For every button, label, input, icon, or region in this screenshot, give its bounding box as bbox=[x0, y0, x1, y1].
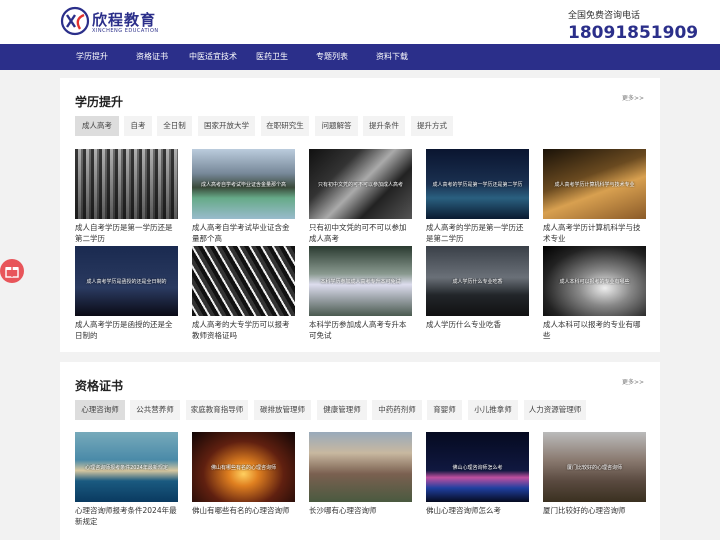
article-title: 长沙哪有心理咨询师 bbox=[309, 506, 377, 515]
article-card[interactable]: 厦门比较好的心理咨询师 厦门比较好的心理咨询师 bbox=[543, 432, 646, 527]
nav-item-medicine[interactable]: 医药卫生 bbox=[256, 44, 288, 70]
article-thumbnail: 成人高考学历是函授的还是全日制的 bbox=[75, 246, 178, 316]
article-thumbnail: 成人学历什么专业吃香 bbox=[426, 246, 529, 316]
article-title: 本科学历参加成人高考专升本可免试 bbox=[309, 320, 407, 340]
thumbnail-caption: 成人高考学历计算机科学与技术专业 bbox=[554, 182, 635, 188]
article-card[interactable]: 成人本科可以报考的专业有哪些 成人本科可以报考的专业有哪些 bbox=[543, 246, 646, 341]
article-thumbnail: 佛山有哪些有名的心理咨询师 bbox=[192, 432, 295, 502]
article-thumbnail bbox=[192, 246, 295, 316]
article-title: 成人学历什么专业吃香 bbox=[426, 320, 501, 329]
more-link[interactable]: 更多>> bbox=[622, 377, 644, 386]
tab-health-manager[interactable]: 健康管理师 bbox=[317, 400, 367, 420]
tab-psychologist[interactable]: 心理咨询师 bbox=[75, 400, 125, 420]
tab-hr-manager[interactable]: 人力资源管理师 bbox=[524, 400, 586, 420]
article-title: 成人高考学历计算机科学与技术专业 bbox=[543, 223, 641, 243]
logo-subtext: XINCHENG EDUCATION bbox=[92, 28, 159, 34]
article-title: 佛山心理咨询师怎么考 bbox=[426, 506, 501, 515]
thumbnail-caption: 成人学历什么专业吃香 bbox=[452, 279, 503, 285]
article-thumbnail: 厦门比较好的心理咨询师 bbox=[543, 432, 646, 502]
section-title: 资格证书 bbox=[75, 379, 124, 393]
article-title: 成人自考学历是第一学历还是第二学历 bbox=[75, 223, 173, 243]
article-title: 厦门比较好的心理咨询师 bbox=[543, 506, 626, 515]
tab-pharmacist[interactable]: 中药药剂师 bbox=[372, 400, 422, 420]
article-thumbnail: 只有初中文凭的可不可以参加成人高考 bbox=[309, 149, 412, 219]
article-card[interactable]: 成人高考的学历是第一学历还是第二学历 成人高考的学历是第一学历还是第二学历 bbox=[426, 149, 529, 244]
contact-box: 全国免费咨询电话 18091851909 bbox=[568, 8, 698, 43]
article-card[interactable]: 成人学历什么专业吃香 成人学历什么专业吃香 bbox=[426, 246, 529, 341]
tab-self-study[interactable]: 自考 bbox=[124, 116, 152, 136]
tab-nanny[interactable]: 育婴师 bbox=[427, 400, 462, 420]
article-title: 成人高考的学历是第一学历还是第二学历 bbox=[426, 223, 524, 243]
article-thumbnail bbox=[75, 149, 178, 219]
article-thumbnail: 成人高考学历计算机科学与技术专业 bbox=[543, 149, 646, 219]
article-thumbnail bbox=[309, 432, 412, 502]
tab-adult-exam[interactable]: 成人高考 bbox=[75, 116, 119, 136]
tab-conditions[interactable]: 提升条件 bbox=[363, 116, 405, 136]
nav-item-certificates[interactable]: 资格证书 bbox=[136, 44, 168, 70]
logo-text: 欣程教育 bbox=[92, 11, 157, 29]
tab-pediatric-massage[interactable]: 小儿推拿师 bbox=[468, 400, 518, 420]
section-education: 学历提升 更多>> 成人高考 自考 全日制 国家开放大学 在职研究生 问题解答 … bbox=[60, 78, 660, 352]
article-card[interactable]: 成人高考的大专学历可以报考教师资格证吗 bbox=[192, 246, 295, 341]
article-card[interactable]: 成人高考学历计算机科学与技术专业 成人高考学历计算机科学与技术专业 bbox=[543, 149, 646, 244]
main-nav: 学历提升 资格证书 中医适宜技术 医药卫生 专题列表 资料下载 bbox=[0, 44, 720, 70]
nav-item-downloads[interactable]: 资料下载 bbox=[376, 44, 408, 70]
site-logo[interactable]: 欣程教育 XINCHENG EDUCATION bbox=[60, 6, 158, 38]
section-title: 学历提升 bbox=[75, 95, 124, 109]
article-thumbnail: 佛山心理咨询师怎么考 bbox=[426, 432, 529, 502]
tab-family-education[interactable]: 家庭教育指导师 bbox=[186, 400, 248, 420]
thumbnail-caption: 成人高考的学历是第一学历还是第二学历 bbox=[432, 182, 523, 188]
thumbnail-caption: 成人高考学历是函授的还是全日制的 bbox=[86, 279, 167, 285]
tab-open-university[interactable]: 国家开放大学 bbox=[198, 116, 255, 136]
article-card[interactable]: 佛山有哪些有名的心理咨询师 佛山有哪些有名的心理咨询师 bbox=[192, 432, 295, 527]
tab-qa[interactable]: 问题解答 bbox=[315, 116, 358, 136]
article-title: 佛山有哪些有名的心理咨询师 bbox=[192, 506, 290, 515]
article-thumbnail: 心理咨询师报考条件2024年最新规定 bbox=[75, 432, 178, 502]
article-card[interactable]: 心理咨询师报考条件2024年最新规定 心理咨询师报考条件2024年最新规定 bbox=[75, 432, 178, 527]
article-title: 心理咨询师报考条件2024年最新规定 bbox=[75, 506, 177, 526]
thumbnail-caption: 只有初中文凭的可不可以参加成人高考 bbox=[317, 182, 403, 188]
tab-methods[interactable]: 提升方式 bbox=[411, 116, 453, 136]
article-thumbnail: 成人高考的学历是第一学历还是第二学历 bbox=[426, 149, 529, 219]
thumbnail-caption: 佛山有哪些有名的心理咨询师 bbox=[210, 465, 276, 471]
thumbnail-caption: 佛山心理咨询师怎么考 bbox=[452, 465, 503, 471]
thumbnail-caption: 心理咨询师报考条件2024年最新规定 bbox=[85, 465, 168, 471]
more-link[interactable]: 更多>> bbox=[622, 93, 644, 102]
article-title: 成人高考学历是函授的还是全日制的 bbox=[75, 320, 173, 340]
section-certificates: 资格证书 更多>> 心理咨询师 公共营养师 家庭教育指导师 碳排放管理师 健康管… bbox=[60, 362, 660, 540]
nav-item-education[interactable]: 学历提升 bbox=[76, 44, 108, 70]
article-thumbnail: 本科学历参加成人高考专升本可免试 bbox=[309, 246, 412, 316]
article-card[interactable]: 长沙哪有心理咨询师 bbox=[309, 432, 412, 527]
site-header: 欣程教育 XINCHENG EDUCATION 全国免费咨询电话 1809185… bbox=[0, 0, 720, 44]
article-title: 只有初中文凭的可不可以参加成人高考 bbox=[309, 223, 407, 243]
article-card[interactable]: 佛山心理咨询师怎么考 佛山心理咨询师怎么考 bbox=[426, 432, 529, 527]
article-card[interactable]: 只有初中文凭的可不可以参加成人高考 只有初中文凭的可不可以参加成人高考 bbox=[309, 149, 412, 244]
thumbnail-caption: 厦门比较好的心理咨询师 bbox=[566, 465, 622, 471]
article-card[interactable]: 成人高考学历是函授的还是全日制的 成人高考学历是函授的还是全日制的 bbox=[75, 246, 178, 341]
article-title: 成人本科可以报考的专业有哪些 bbox=[543, 320, 641, 340]
article-card[interactable]: 成人自考学历是第一学历还是第二学历 bbox=[75, 149, 178, 244]
article-card[interactable]: 成人高考自学考试毕业证含金量那个高 成人高考自学考试毕业证含金量那个高 bbox=[192, 149, 295, 244]
tab-carbon-manager[interactable]: 碳排放管理师 bbox=[254, 400, 311, 420]
floating-service-button[interactable] bbox=[0, 259, 24, 283]
article-title: 成人高考的大专学历可以报考教师资格证吗 bbox=[192, 320, 290, 340]
tab-graduate[interactable]: 在职研究生 bbox=[261, 116, 309, 136]
article-thumbnail: 成人高考自学考试毕业证含金量那个高 bbox=[192, 149, 295, 219]
nav-item-topics[interactable]: 专题列表 bbox=[316, 44, 348, 70]
contact-label: 全国免费咨询电话 bbox=[568, 11, 641, 21]
tab-full-time[interactable]: 全日制 bbox=[157, 116, 192, 136]
contact-phone[interactable]: 18091851909 bbox=[568, 23, 698, 43]
article-title: 成人高考自学考试毕业证含金量那个高 bbox=[192, 223, 290, 243]
gift-icon bbox=[5, 267, 19, 278]
thumbnail-caption: 本科学历参加成人高考专升本可免试 bbox=[320, 279, 401, 285]
article-card[interactable]: 本科学历参加成人高考专升本可免试 本科学历参加成人高考专升本可免试 bbox=[309, 246, 412, 341]
tab-nutritionist[interactable]: 公共营养师 bbox=[130, 400, 180, 420]
thumbnail-caption: 成人本科可以报考的专业有哪些 bbox=[559, 279, 630, 285]
thumbnail-caption: 成人高考自学考试毕业证含金量那个高 bbox=[200, 182, 286, 188]
nav-item-tcm-tech[interactable]: 中医适宜技术 bbox=[189, 44, 237, 70]
logo-mark-icon bbox=[60, 6, 90, 36]
article-thumbnail: 成人本科可以报考的专业有哪些 bbox=[543, 246, 646, 316]
